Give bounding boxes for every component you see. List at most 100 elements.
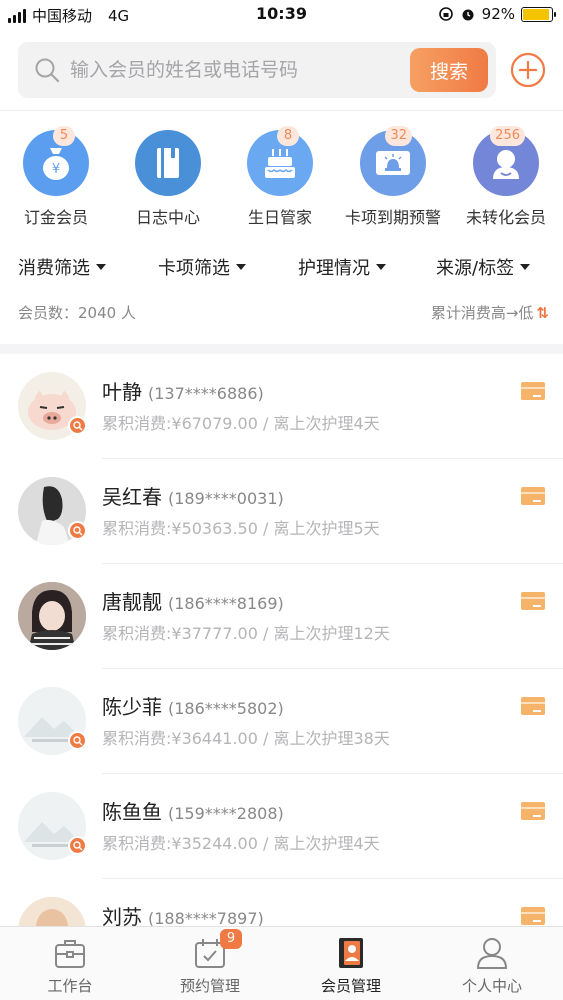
member-name: 唐靓靓 (102, 590, 162, 614)
member-phone: (186****5802) (168, 699, 284, 718)
member-row[interactable]: 叶静 (137****6886) 累积消费:¥67079.00 / 离上次护理4天 (0, 354, 563, 459)
member-phone: (137****6886) (148, 384, 264, 403)
shortcut-label: 日志中心 (135, 208, 200, 227)
member-row[interactable]: 陈少菲 (186****5802) 累积消费:¥36441.00 / 离上次护理3… (0, 669, 563, 774)
search-input[interactable] (70, 42, 400, 98)
shortcut-label: 生日管家 (247, 208, 312, 227)
member-phone: (188****7897) (148, 909, 264, 926)
bottom-tab-bar: 工作台 9 预约管理 会员管理 个人中心 (0, 926, 563, 1000)
avatar (18, 582, 86, 650)
filter-care-status[interactable]: 护理情况 (298, 254, 386, 280)
shortcut-circle (135, 130, 201, 196)
sort-toggle[interactable]: 累计消费高→低 ⇅ (431, 302, 549, 323)
member-card-icon[interactable] (521, 592, 545, 610)
search-icon (35, 58, 60, 83)
money-bag-icon: ¥ (43, 148, 69, 180)
shortcut-grid: ¥ 5 订金会员 日志中心 8 生日管家 32 卡项到期预警 256 未转化会员 (0, 126, 563, 238)
member-phone: (189****0031) (168, 489, 284, 508)
member-name-line: 陈少菲 (186****5802) (102, 691, 284, 720)
avatar (18, 897, 86, 926)
member-stats: 累积消费:¥50363.50 / 离上次护理5天 (102, 519, 380, 538)
member-stats: 累积消费:¥67079.00 / 离上次护理4天 (102, 414, 380, 433)
member-card-icon[interactable] (521, 487, 545, 505)
shortcut-label: 未转化会员 (465, 208, 546, 227)
filter-card[interactable]: 卡项筛选 (158, 254, 246, 280)
search-button[interactable]: 搜索 (410, 48, 488, 92)
member-row[interactable]: 刘苏 (188****7897) (0, 879, 563, 926)
battery-percent: 92% (481, 5, 515, 23)
filter-bar: 消费筛选 卡项筛选 护理情况 来源/标签 (0, 250, 563, 286)
caret-down-icon (96, 264, 106, 270)
shortcut-log-center[interactable]: 日志中心 (112, 128, 224, 228)
member-name-line: 陈鱼鱼 (159****2808) (102, 796, 284, 825)
member-card-icon[interactable] (521, 697, 545, 715)
shortcut-card-expiry-alert[interactable]: 32 卡项到期预警 (337, 126, 449, 228)
filter-label: 来源/标签 (436, 258, 515, 279)
member-phone: (186****8169) (168, 594, 284, 613)
shortcut-badge: 8 (277, 126, 299, 146)
cake-icon (265, 149, 295, 178)
member-phone: (159****2808) (168, 804, 284, 823)
filter-label: 消费筛选 (18, 258, 90, 279)
member-card-icon[interactable] (521, 382, 545, 400)
battery-icon (521, 6, 556, 22)
alarm-card-icon (376, 151, 410, 175)
member-list: 叶静 (137****6886) 累积消费:¥67079.00 / 离上次护理4天… (0, 354, 563, 926)
search-tag-icon (68, 836, 87, 855)
status-bar: 中国移动 4G 10:39 92% (0, 0, 563, 30)
shortcut-deposit-members[interactable]: ¥ 5 订金会员 (0, 126, 112, 228)
photo-avatar-icon (18, 582, 86, 650)
member-row[interactable]: 陈鱼鱼 (159****2808) 累积消费:¥35244.00 / 离上次护理4… (0, 774, 563, 879)
section-gap (0, 344, 563, 354)
summary-row: 会员数：2040 人 累计消费高→低 ⇅ (0, 300, 563, 326)
filter-consumption[interactable]: 消费筛选 (18, 254, 106, 280)
member-name: 吴红春 (102, 485, 162, 509)
user-icon (493, 150, 519, 179)
member-name: 叶静 (102, 380, 142, 404)
member-name: 陈鱼鱼 (102, 800, 162, 824)
filter-label: 卡项筛选 (158, 258, 230, 279)
tab-appointments[interactable]: 9 预约管理 (140, 927, 280, 1000)
shortcut-birthday-manager[interactable]: 8 生日管家 (224, 126, 336, 228)
person-icon (476, 938, 508, 969)
search-tag-icon (68, 416, 87, 435)
tab-label: 工作台 (47, 977, 93, 995)
shortcut-circle: 8 (247, 126, 313, 196)
caret-down-icon (236, 264, 246, 270)
photo-avatar-icon (18, 897, 86, 926)
add-member-icon[interactable] (510, 52, 546, 88)
member-count: 会员数：2040 人 (18, 304, 136, 322)
member-stats: 累积消费:¥36441.00 / 离上次护理38天 (102, 729, 390, 748)
member-name-line: 叶静 (137****6886) (102, 376, 264, 405)
filter-source-tag[interactable]: 来源/标签 (436, 254, 531, 280)
shortcut-badge: 256 (490, 126, 525, 146)
tab-workbench[interactable]: 工作台 (0, 927, 140, 1000)
shortcut-badge: 5 (53, 126, 75, 146)
member-stats: 累积消费:¥35244.00 / 离上次护理4天 (102, 834, 380, 853)
member-card-icon[interactable] (521, 907, 545, 925)
caret-down-icon (520, 264, 531, 270)
svg-text:¥: ¥ (52, 162, 60, 177)
shortcut-circle: ¥ 5 (23, 126, 89, 196)
member-row[interactable]: 吴红春 (189****0031) 累积消费:¥50363.50 / 离上次护理5… (0, 459, 563, 564)
briefcase-icon (55, 940, 85, 968)
divider (0, 110, 563, 111)
tab-member-management[interactable]: 会员管理 (281, 927, 421, 1000)
book-icon (157, 148, 179, 178)
caret-down-icon (376, 264, 386, 270)
member-name-line: 唐靓靓 (186****8169) (102, 586, 284, 615)
member-card-icon (339, 938, 363, 968)
member-name-line: 刘苏 (188****7897) (102, 901, 264, 926)
tab-badge: 9 (220, 929, 242, 949)
member-row[interactable]: 唐靓靓 (186****8169) 累积消费:¥37777.00 / 离上次护理1… (0, 564, 563, 669)
tab-personal-center[interactable]: 个人中心 (422, 927, 562, 1000)
status-right: 92% (438, 5, 556, 23)
search-tag-icon (68, 521, 87, 540)
alarm-icon (462, 9, 474, 21)
sort-arrows-icon: ⇅ (536, 303, 549, 322)
shortcut-unconverted-members[interactable]: 256 未转化会员 (450, 126, 562, 228)
member-name: 陈少菲 (102, 695, 162, 719)
member-name: 刘苏 (102, 905, 142, 926)
search-bar: 搜索 (18, 42, 496, 98)
member-card-icon[interactable] (521, 802, 545, 820)
